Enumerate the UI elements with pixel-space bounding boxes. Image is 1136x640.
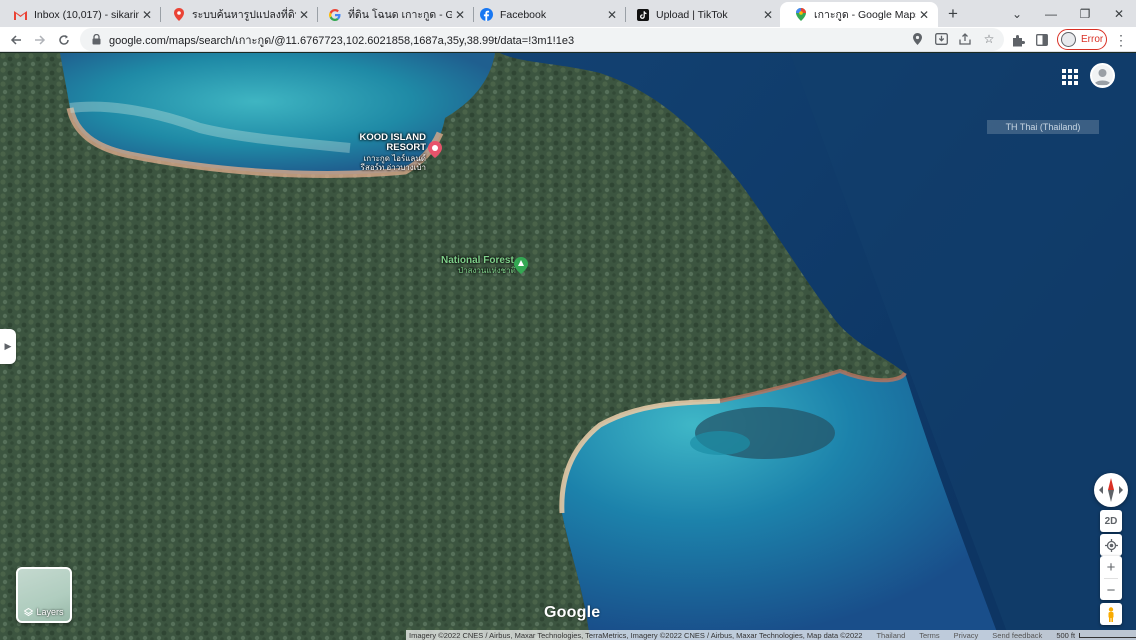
tab-tiktok[interactable]: Upload | TikTok ✕ bbox=[622, 2, 782, 27]
compass-control[interactable] bbox=[1094, 473, 1128, 507]
imagery-attribution: Imagery ©2022 CNES / Airbus, Maxar Techn… bbox=[409, 630, 863, 640]
pegman-icon bbox=[1108, 606, 1114, 622]
resort-place-label[interactable]: KOOD ISLAND RESORT bbox=[358, 132, 427, 153]
chevron-right-icon: ▶ bbox=[4, 341, 12, 351]
compass-icon bbox=[1099, 478, 1123, 502]
scale-bar[interactable]: 500 ft bbox=[1056, 631, 1136, 640]
close-tab-icon[interactable]: ✕ bbox=[604, 7, 620, 23]
facebook-icon bbox=[480, 8, 493, 21]
reload-button[interactable] bbox=[53, 29, 75, 51]
tab-gmail[interactable]: Inbox (10,017) - sikarin10@ ✕ bbox=[0, 2, 161, 27]
side-panel-toggle[interactable]: ▶ bbox=[0, 329, 16, 364]
account-avatar[interactable] bbox=[1090, 63, 1115, 88]
gmail-icon bbox=[14, 8, 27, 21]
privacy-link[interactable]: Privacy bbox=[954, 631, 979, 640]
google-logo: Google bbox=[544, 604, 601, 621]
close-tab-icon[interactable]: ✕ bbox=[296, 7, 312, 23]
forest-name: National Forest bbox=[441, 255, 514, 266]
url-text: google.com/maps/search/เกาะกูด/@11.67677… bbox=[109, 34, 575, 47]
share-icon[interactable] bbox=[957, 31, 973, 47]
tilt-2d-button[interactable]: 2D bbox=[1100, 510, 1122, 532]
tab-google-maps[interactable]: เกาะกูด - Google Maps ✕ bbox=[780, 2, 938, 27]
forward-arrow-icon bbox=[35, 35, 46, 45]
send-feedback-link[interactable]: Send feedback bbox=[992, 631, 1042, 640]
maps-pin-icon bbox=[172, 8, 185, 21]
side-panel-icon[interactable] bbox=[1031, 29, 1053, 51]
close-window-button[interactable]: ✕ bbox=[1102, 0, 1136, 27]
resort-pin-icon[interactable] bbox=[428, 141, 442, 158]
browser-menu-icon[interactable]: ⋮ bbox=[1110, 29, 1132, 51]
close-tab-icon[interactable]: ✕ bbox=[760, 7, 776, 23]
profile-error-label: Error bbox=[1081, 34, 1104, 45]
install-app-icon[interactable] bbox=[933, 31, 949, 47]
satellite-map[interactable]: KOOD ISLAND RESORT เกาะกูด ไอร์แลนด์ รีส… bbox=[0, 53, 1136, 640]
reload-icon bbox=[59, 35, 69, 45]
zoom-controls: + − bbox=[1100, 556, 1122, 600]
sea-place-label: TH Thai (Thailand) bbox=[987, 120, 1099, 134]
profile-error-button[interactable]: Error bbox=[1057, 29, 1107, 50]
address-bar[interactable]: google.com/maps/search/เกาะกูด/@11.67677… bbox=[80, 28, 1004, 51]
pegman-street-view[interactable] bbox=[1100, 603, 1122, 625]
google-apps-icon[interactable] bbox=[1059, 66, 1079, 86]
forest-sub-label: ป่าสงวนแห่งชาติ bbox=[458, 266, 516, 275]
tab-strip: Inbox (10,017) - sikarin10@ ✕ ระบบค้นหาร… bbox=[0, 0, 1136, 27]
national-forest-label[interactable]: National Forest bbox=[441, 255, 514, 267]
restore-button[interactable]: ❐ bbox=[1068, 0, 1102, 27]
maps-pin-icon bbox=[794, 8, 807, 21]
tab-title: Inbox (10,017) - sikarin10@ bbox=[34, 8, 139, 21]
layers-icon bbox=[24, 607, 34, 617]
resort-name: KOOD ISLAND RESORT bbox=[359, 132, 427, 153]
satellite-imagery[interactable] bbox=[0, 53, 1136, 640]
location-icon[interactable] bbox=[909, 31, 925, 47]
scale-label: 500 ft bbox=[1056, 630, 1076, 640]
forward-button[interactable] bbox=[29, 29, 51, 51]
close-tab-icon[interactable]: ✕ bbox=[139, 7, 155, 23]
extensions-icon[interactable] bbox=[1007, 29, 1029, 51]
scale-line bbox=[1079, 632, 1136, 638]
bookmark-star-icon[interactable]: ☆ bbox=[981, 31, 997, 47]
back-button[interactable] bbox=[5, 29, 27, 51]
tab-title: ระบบค้นหารูปแปลงที่ดิน (Lands bbox=[192, 9, 296, 21]
browser-toolbar: google.com/maps/search/เกาะกูด/@11.67677… bbox=[0, 27, 1136, 52]
tab-title: Facebook bbox=[500, 8, 547, 21]
region-link[interactable]: Thailand bbox=[876, 631, 905, 640]
layers-label: Layers bbox=[36, 607, 64, 617]
resort-sub-label: เกาะกูด ไอร์แลนด์ รีสอร์ท อ่าวบางเบ้า bbox=[360, 154, 426, 172]
tab-title: เกาะกูด - Google Maps bbox=[814, 9, 916, 21]
avatar bbox=[1061, 32, 1076, 47]
tab-search-icon[interactable]: ⌄ bbox=[1000, 0, 1034, 27]
terms-link[interactable]: Terms bbox=[919, 631, 939, 640]
my-location-button[interactable] bbox=[1100, 534, 1122, 556]
tiktok-icon bbox=[636, 8, 649, 21]
park-pin-icon[interactable] bbox=[514, 257, 528, 274]
google-icon bbox=[328, 8, 341, 21]
zoom-in-button[interactable]: + bbox=[1100, 556, 1122, 578]
tab-title: ที่ดิน โฉนด เกาะกูด - Google bbox=[348, 9, 452, 21]
layers-button[interactable]: Layers bbox=[16, 567, 72, 623]
back-arrow-icon bbox=[10, 35, 21, 45]
map-footer: Imagery ©2022 CNES / Airbus, Maxar Techn… bbox=[406, 630, 1136, 640]
new-tab-button[interactable]: + bbox=[942, 3, 964, 25]
minimize-button[interactable]: — bbox=[1034, 0, 1068, 27]
tab-google-search[interactable]: ที่ดิน โฉนด เกาะกูด - Google ✕ bbox=[314, 2, 474, 27]
tab-land-search[interactable]: ระบบค้นหารูปแปลงที่ดิน (Lands ✕ bbox=[158, 2, 318, 27]
my-location-icon bbox=[1104, 538, 1118, 552]
lock-icon[interactable] bbox=[90, 34, 102, 46]
close-tab-icon[interactable]: ✕ bbox=[916, 7, 932, 23]
tab-title: Upload | TikTok bbox=[656, 8, 728, 21]
zoom-out-button[interactable]: − bbox=[1100, 579, 1122, 601]
tab-facebook[interactable]: Facebook ✕ bbox=[466, 2, 626, 27]
